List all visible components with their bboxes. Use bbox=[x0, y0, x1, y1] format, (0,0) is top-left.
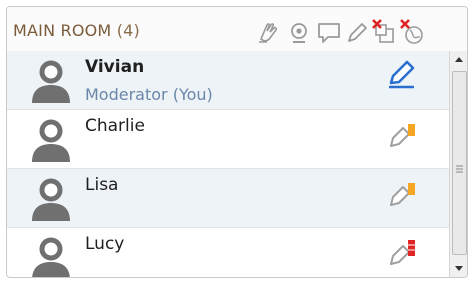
disable-copy-icon[interactable] bbox=[371, 19, 399, 47]
avatar-icon bbox=[29, 175, 73, 223]
raise-hand-icon[interactable] bbox=[255, 19, 283, 47]
disable-global-icon[interactable] bbox=[399, 19, 427, 47]
participant-name: Charlie bbox=[85, 116, 145, 136]
scroll-down-arrow-icon[interactable] bbox=[450, 259, 467, 277]
main-room-panel: MAIN ROOM (4) Vivian Moderator (You) Cha… bbox=[6, 6, 468, 278]
participant-name: Vivian bbox=[85, 57, 145, 77]
edit-permission-icon[interactable] bbox=[385, 236, 419, 270]
webcam-icon[interactable] bbox=[285, 19, 313, 47]
participant-name: Lisa bbox=[85, 175, 119, 195]
edit-permission-icon[interactable] bbox=[385, 118, 419, 152]
room-title: MAIN ROOM (4) bbox=[13, 21, 140, 40]
avatar-icon bbox=[29, 234, 73, 277]
avatar-icon bbox=[29, 116, 73, 164]
participant-list: Vivian Moderator (You) Charlie Lisa Lucy bbox=[7, 51, 449, 277]
edit-permission-icon[interactable] bbox=[385, 59, 419, 93]
participant-row-vivian[interactable]: Vivian Moderator (You) bbox=[7, 51, 449, 110]
participant-row-charlie[interactable]: Charlie bbox=[7, 110, 449, 169]
participant-role: Moderator (You) bbox=[85, 85, 213, 104]
participant-name: Lucy bbox=[85, 234, 125, 254]
room-header: MAIN ROOM (4) bbox=[7, 7, 467, 51]
chat-icon[interactable] bbox=[315, 19, 343, 47]
participant-row-lisa[interactable]: Lisa bbox=[7, 169, 449, 228]
grip-icon bbox=[456, 158, 463, 173]
participant-row-lucy[interactable]: Lucy bbox=[7, 228, 449, 277]
scrollbar[interactable] bbox=[449, 51, 467, 277]
scroll-up-arrow-icon[interactable] bbox=[450, 51, 467, 69]
avatar-icon bbox=[29, 57, 73, 105]
scrollbar-thumb[interactable] bbox=[452, 71, 467, 255]
pencil-icon[interactable] bbox=[343, 19, 371, 47]
edit-permission-icon[interactable] bbox=[385, 177, 419, 211]
room-participant-count: (4) bbox=[116, 21, 140, 40]
room-name: MAIN ROOM bbox=[13, 21, 112, 40]
